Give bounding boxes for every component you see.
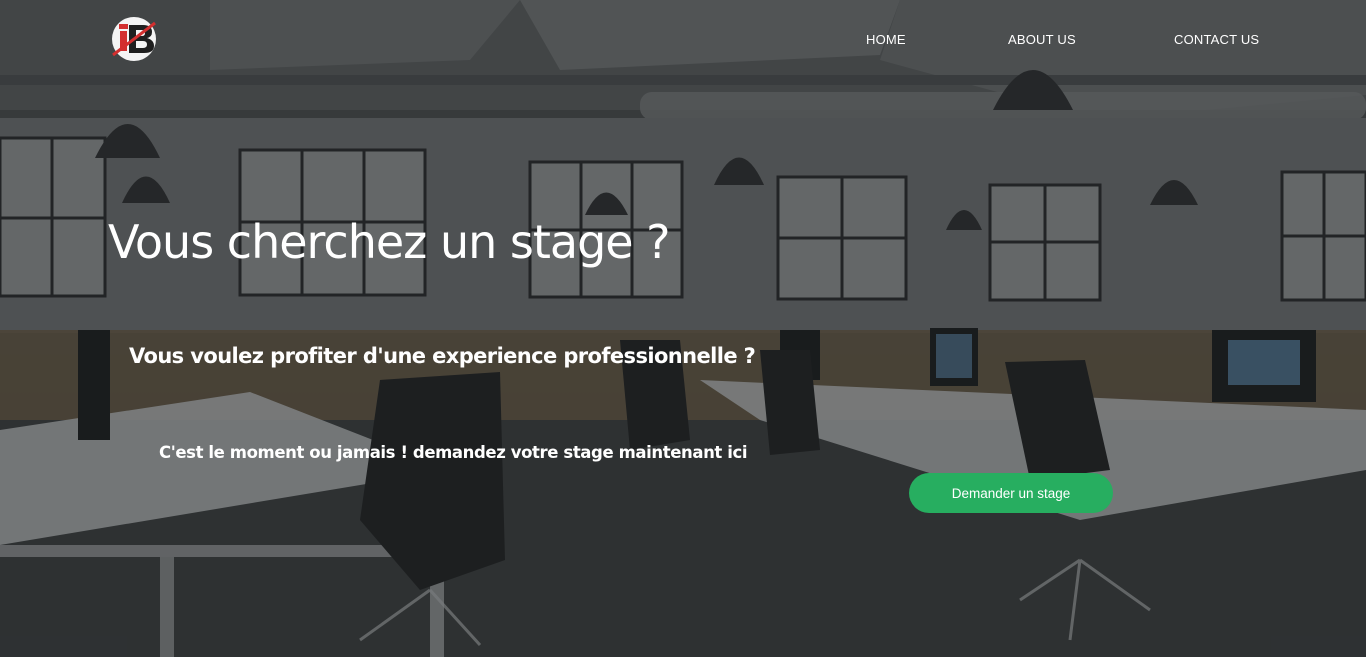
hero-title: Vous cherchez un stage ? [108, 215, 671, 269]
request-internship-button[interactable]: Demander un stage [909, 473, 1113, 513]
nav-about-us-link[interactable]: ABOUT US [1008, 32, 1076, 47]
nav-home-link[interactable]: HOME [866, 32, 906, 47]
main-nav: HOME ABOUT US CONTACT US [0, 32, 1366, 52]
hero-dark-overlay [0, 0, 1366, 657]
hero-subtitle: Vous voulez profiter d'une experience pr… [129, 344, 756, 368]
hero-tagline: C'est le moment ou jamais ! demandez vot… [159, 443, 748, 462]
nav-contact-us-link[interactable]: CONTACT US [1174, 32, 1259, 47]
